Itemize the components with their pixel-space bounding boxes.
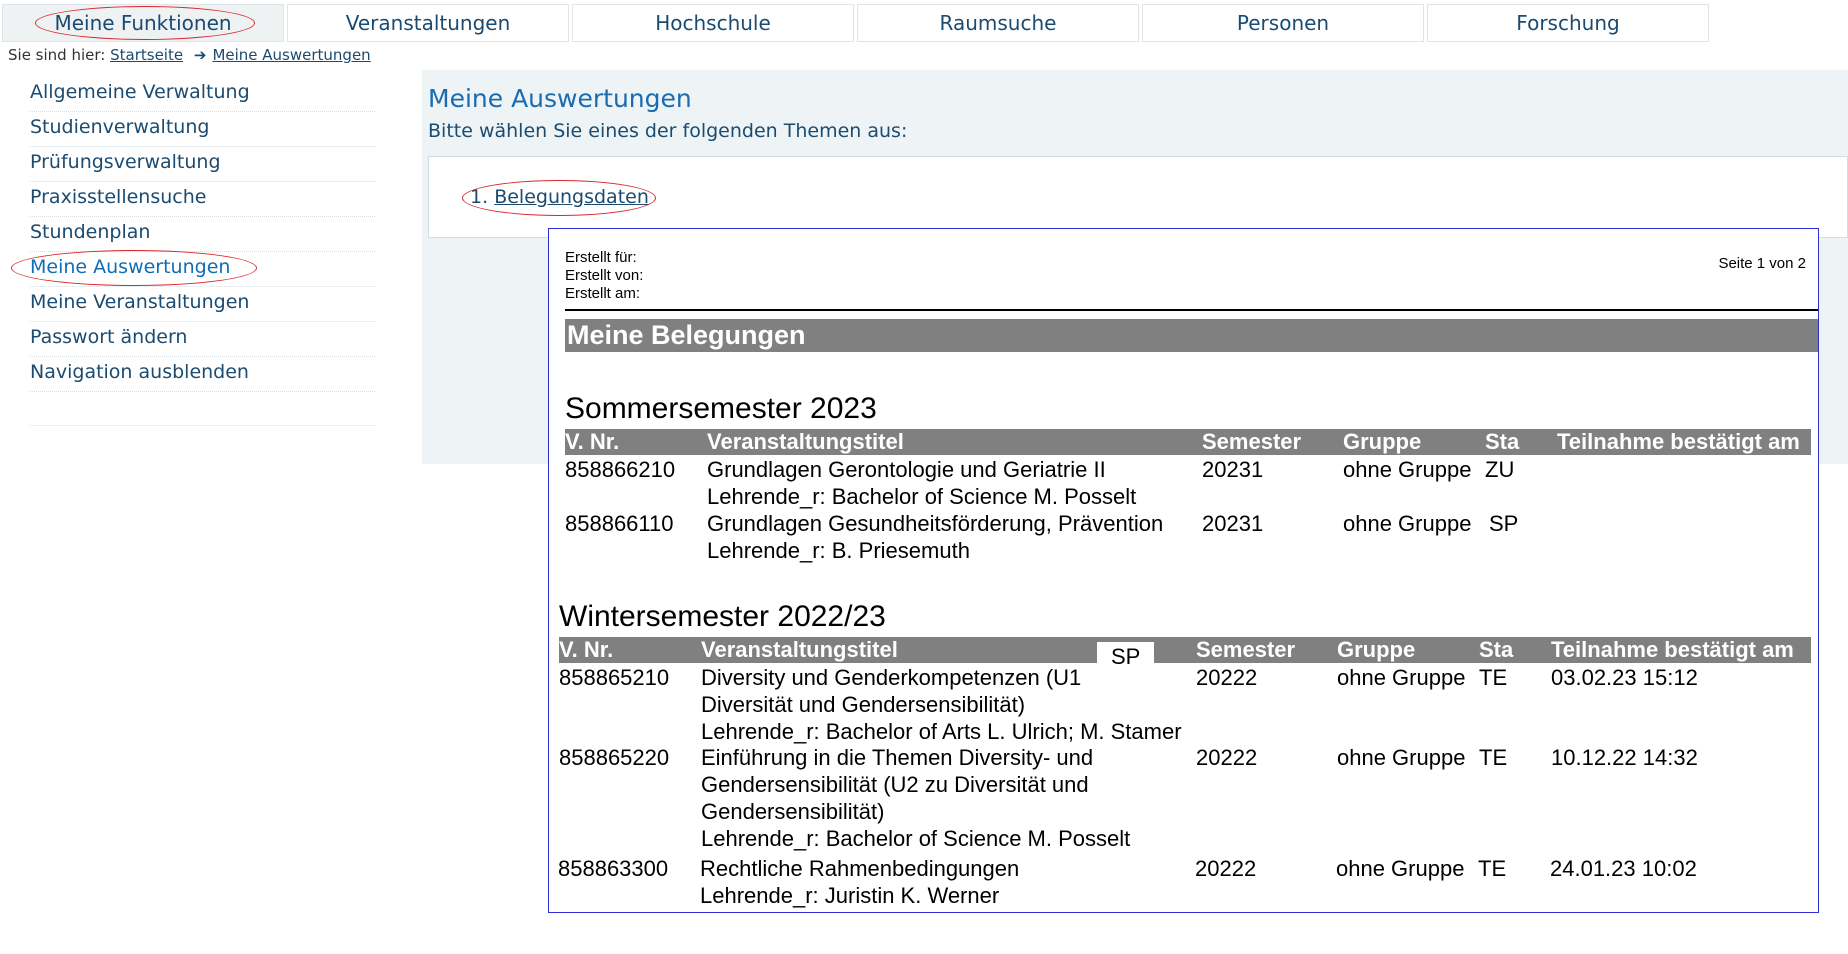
sidebar-spacer: [30, 393, 375, 426]
tab-hochschule[interactable]: Hochschule: [572, 4, 854, 42]
meta-erstellt-am: Erstellt am:: [565, 285, 641, 302]
column-header: Semester: [1196, 637, 1296, 662]
divider: [565, 309, 1818, 311]
top-navigation: Meine Funktionen Veranstaltungen Hochsch…: [0, 2, 1710, 44]
cell-semester: 20222: [1195, 856, 1257, 881]
cell-semester: 20222: [1196, 745, 1258, 770]
column-header: Sta: [1479, 637, 1514, 662]
page-title: Meine Auswertungen: [428, 84, 692, 113]
meta-erstellt-fuer: Erstellt für:: [565, 249, 637, 266]
sidebar-item-praxisstellensuche[interactable]: Praxisstellensuche: [30, 183, 375, 217]
column-header: Gruppe: [1343, 429, 1422, 454]
cell-nr: 858866110: [565, 511, 674, 536]
cell-lecturer: Lehrende_r: Bachelor of Science M. Posse…: [701, 826, 1131, 851]
cell-group: ohne Gruppe: [1336, 856, 1465, 881]
cell-title: Grundlagen Gesundheitsförderung, Prävent…: [707, 511, 1164, 536]
sidebar-item-meine-veranstaltungen[interactable]: Meine Veranstaltungen: [30, 288, 375, 322]
tab-veranstaltungen[interactable]: Veranstaltungen: [287, 4, 569, 42]
sidebar-item-meine-auswertungen[interactable]: Meine Auswertungen: [30, 253, 375, 287]
cell-lecturer: Lehrende_r: Juristin K. Werner: [700, 883, 1000, 908]
cell-semester: 20222: [1196, 665, 1258, 690]
cell-semester: 20231: [1202, 511, 1264, 536]
tab-label: Forschung: [1516, 11, 1620, 35]
sidebar-item-passwort-aendern[interactable]: Passwort ändern: [30, 323, 375, 357]
cell-title-line: Einführung in die Themen Diversity- und: [701, 745, 1094, 770]
breadcrumb-link-startseite[interactable]: Startseite: [110, 46, 183, 64]
tab-meine-funktionen[interactable]: Meine Funktionen: [2, 4, 284, 42]
sidebar-item-navigation-ausblenden[interactable]: Navigation ausblenden: [30, 358, 375, 392]
cell-nr: 858865210: [559, 665, 670, 690]
cell-lecturer: Lehrende_r: Bachelor of Science M. Posse…: [707, 484, 1137, 509]
page-indicator: Seite 1 von 2: [1718, 255, 1806, 272]
cell-lecturer: Lehrende_r: B. Priesemuth: [707, 538, 970, 563]
cell-confirmed: 24.01.23 10:02: [1550, 856, 1697, 881]
cell-nr: 858865220: [559, 745, 670, 770]
tab-raumsuche[interactable]: Raumsuche: [857, 4, 1139, 42]
cell-confirmed: 10.12.22 14:32: [1551, 745, 1698, 770]
cell-confirmed: 03.02.23 15:12: [1551, 665, 1698, 690]
column-header: Teilnahme bestätigt am: [1557, 429, 1800, 454]
column-header: V. Nr.: [565, 429, 620, 454]
section-title: Sommersemester 2023: [565, 392, 877, 425]
breadcrumb: Sie sind hier: Startseite ➔ Meine Auswert…: [8, 46, 371, 64]
column-header: Veranstaltungstitel: [701, 637, 898, 662]
tab-label: Meine Funktionen: [54, 11, 232, 35]
topic-number: 1.: [470, 186, 489, 208]
table-header: V. Nr. Veranstaltungstitel Semester Grup…: [559, 637, 1811, 663]
cell-status: TE: [1479, 745, 1508, 770]
section-title: Wintersemester 2022/23: [559, 600, 886, 633]
breadcrumb-prefix: Sie sind hier:: [8, 46, 106, 64]
cell-semester: 20231: [1202, 457, 1264, 482]
cell-title: Grundlagen Gerontologie und Geriatrie II: [707, 457, 1106, 482]
sidebar-item-pruefungsverwaltung[interactable]: Prüfungsverwaltung: [30, 148, 375, 182]
cell-lecturer: Lehrende_r: Bachelor of Arts L. Ulrich; …: [701, 719, 1182, 744]
meta-erstellt-von: Erstellt von:: [565, 267, 644, 284]
topic-item: 1. Belegungsdaten: [470, 186, 649, 208]
cell-group: ohne Gruppe: [1343, 457, 1472, 482]
tab-label: Hochschule: [655, 11, 771, 35]
cell-group: ohne Gruppe: [1343, 511, 1472, 536]
cell-status: TE: [1478, 856, 1507, 881]
column-header: Semester: [1202, 429, 1302, 454]
cell-status: TE: [1479, 665, 1508, 690]
cell-title-line: Rechtliche Rahmenbedingungen: [700, 856, 1020, 881]
tab-label: Raumsuche: [939, 11, 1057, 35]
cell-group: ohne Gruppe: [1337, 745, 1466, 770]
tab-label: Veranstaltungen: [345, 11, 511, 35]
breadcrumb-link-meine-auswertungen[interactable]: Meine Auswertungen: [212, 46, 370, 64]
tab-personen[interactable]: Personen: [1142, 4, 1424, 42]
report-preview: Erstellt für: Erstellt von: Erstellt am:…: [548, 228, 1819, 913]
cell-title-line: Diversität und Gendersensibilität): [701, 692, 1026, 717]
status-badge: SP: [1097, 642, 1155, 672]
cell-nr: 858866210: [565, 457, 676, 482]
column-header: V. Nr.: [559, 637, 614, 662]
sidebar-item-allgemeine-verwaltung[interactable]: Allgemeine Verwaltung: [30, 78, 375, 112]
cell-title-line: Diversity und Genderkompetenzen (U1: [701, 665, 1082, 690]
sidebar-item-studienverwaltung[interactable]: Studienverwaltung: [30, 113, 375, 147]
topic-link-belegungsdaten[interactable]: Belegungsdaten: [494, 186, 649, 208]
sidebar-item-stundenplan[interactable]: Stundenplan: [30, 218, 375, 252]
cell-nr: 858863300: [558, 856, 669, 881]
column-header: Veranstaltungstitel: [707, 429, 904, 454]
arrow-right-icon: ➔: [193, 46, 207, 64]
cell-status: ZU: [1485, 457, 1515, 482]
tab-forschung[interactable]: Forschung: [1427, 4, 1709, 42]
report-title: Meine Belegungen: [565, 319, 1818, 352]
column-header: Sta: [1485, 429, 1520, 454]
column-header: Teilnahme bestätigt am: [1551, 637, 1794, 662]
cell-group: ohne Gruppe: [1337, 665, 1466, 690]
page-subtitle: Bitte wählen Sie eines der folgenden The…: [428, 120, 908, 142]
tab-label: Personen: [1236, 11, 1330, 35]
cell-title-line: Gendersensibilität (U2 zu Diversität und: [701, 772, 1089, 797]
cell-status: SP: [1489, 511, 1519, 536]
column-header: Gruppe: [1337, 637, 1416, 662]
cell-title-line: Gendersensibilität): [701, 799, 885, 824]
table-header: V. Nr. Veranstaltungstitel Semester Grup…: [565, 429, 1811, 455]
